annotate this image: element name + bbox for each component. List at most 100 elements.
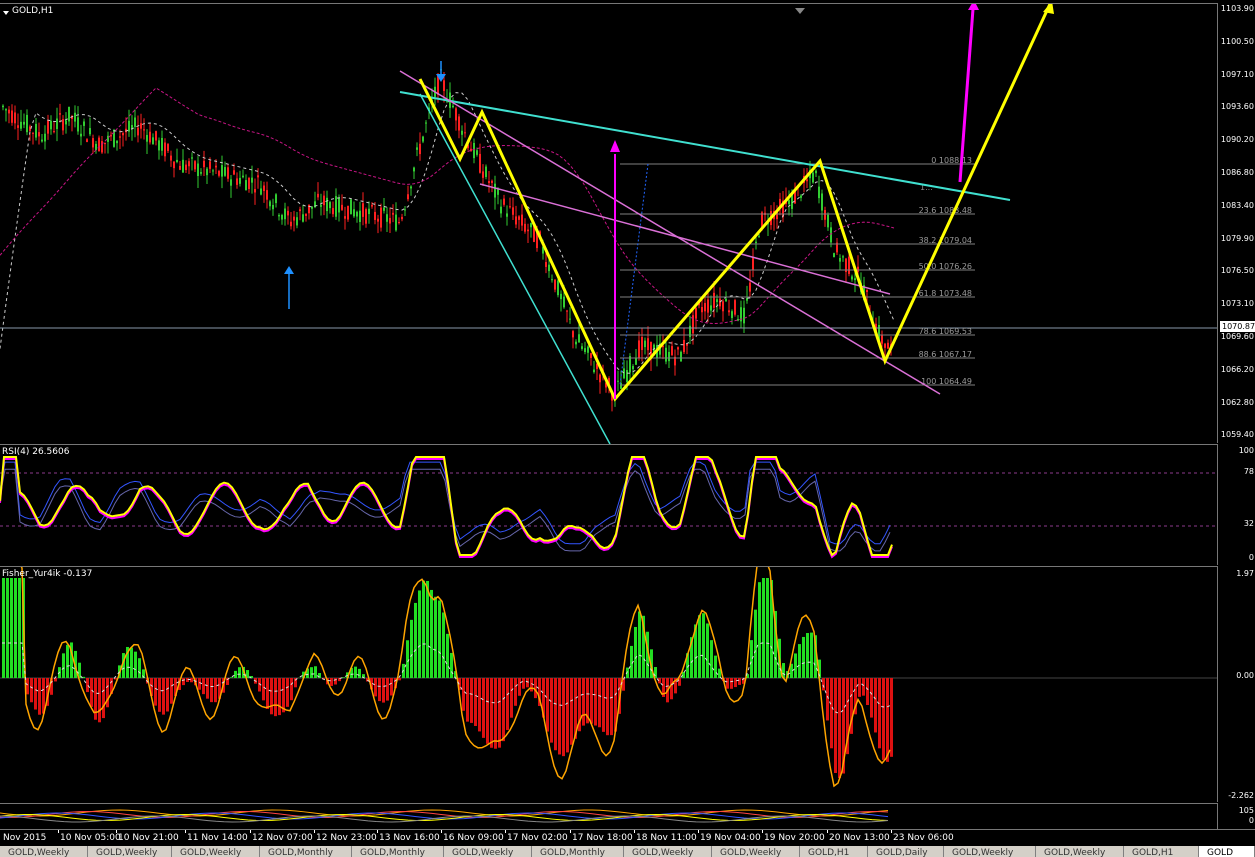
fisher-histogram-bar [166, 678, 169, 712]
fisher-histogram-bar [806, 633, 809, 678]
candle-body [86, 139, 88, 142]
mini-indicator-pane[interactable] [0, 803, 1217, 830]
fisher-histogram-bar [198, 678, 201, 690]
fisher-pane[interactable]: Fisher_Yur4ik -0.137 [0, 566, 1217, 803]
candle-body [719, 298, 721, 307]
time-axis-label: 17 Nov 18:00 [572, 833, 633, 843]
fib-level-label: 78.6 1069.53 [919, 327, 972, 336]
fisher-histogram-bar [62, 653, 65, 678]
candle-body [704, 303, 706, 312]
fisher-level-zero: 0.00 [1236, 671, 1254, 680]
fisher-histogram-bar [234, 670, 237, 678]
fisher-histogram-bar [290, 678, 293, 701]
candle-body [119, 136, 121, 138]
time-axis-tick [634, 830, 635, 833]
chart-tab[interactable]: GOLD,Monthly [260, 846, 352, 857]
chart-tab[interactable]: GOLD,Weekly [944, 846, 1036, 857]
candle-body [707, 299, 709, 313]
chart-tab[interactable]: GOLD,H1 [800, 846, 868, 857]
fisher-histogram-bar [478, 678, 481, 732]
candle-body [173, 161, 175, 169]
time-axis-tick [116, 830, 117, 833]
candle-body [677, 347, 679, 350]
candle-body [305, 213, 307, 216]
fisher-histogram-bar [282, 678, 285, 713]
fisher-histogram-bar [262, 678, 265, 701]
candle-body [50, 120, 52, 130]
fisher-histogram-bar [566, 678, 569, 753]
fisher-histogram-bar [210, 678, 213, 703]
fisher-histogram-bar [734, 678, 737, 688]
candle-body [557, 280, 559, 296]
candle-body [884, 343, 886, 348]
price-axis: 1103.90 1100.50 1097.10 1093.60 1090.20 1086.… [1217, 3, 1255, 443]
candle-body [569, 318, 571, 320]
chart-tab[interactable]: GOLD,Daily [868, 846, 944, 857]
fib-level-label: 0 1088.13 [931, 156, 972, 165]
fisher-histogram-bar [682, 671, 685, 678]
fisher-histogram-bar [610, 678, 613, 736]
candle-body [104, 142, 106, 145]
candle-body [476, 150, 478, 155]
candle-body [629, 356, 631, 373]
chart-tab[interactable]: GOLD,Weekly [624, 846, 712, 857]
candle-body [56, 118, 58, 130]
candle-body [848, 256, 850, 274]
time-axis-label: 12 Nov 23:00 [316, 833, 377, 843]
candle-body [320, 205, 322, 207]
candle-body [497, 189, 499, 195]
fisher-histogram-bar [602, 678, 605, 732]
chart-tab[interactable]: GOLD,Weekly [1036, 846, 1124, 857]
fisher-histogram-bar [702, 613, 705, 678]
candle-body [236, 178, 238, 185]
candle-body [386, 214, 388, 222]
chart-tab[interactable]: GOLD,H1 [1124, 846, 1199, 857]
fisher-histogram-bar [890, 678, 893, 757]
candle-body [2, 105, 4, 108]
price-chart-pane[interactable]: GOLD,H1 0 1088.13 23.6 1083.48 38.2 1079.0… [0, 3, 1217, 444]
candle-body [503, 198, 505, 205]
chart-tab[interactable]: GOLD,Weekly [172, 846, 260, 857]
candle-body [266, 190, 268, 200]
candle-body [494, 183, 496, 198]
time-axis: Nov 2015 10 Nov 05:00 10 Nov 21:00 11 Nov 1… [0, 829, 1255, 847]
candle-body [515, 216, 517, 225]
fisher-histogram-bar [462, 678, 465, 711]
chart-tab[interactable]: GOLD,Monthly [352, 846, 444, 857]
fisher-histogram-bar [834, 678, 837, 773]
fisher-histogram-bar [810, 632, 813, 678]
candle-body [242, 175, 244, 178]
candle-body [17, 125, 19, 128]
chart-tab[interactable]: GOLD [1199, 846, 1255, 857]
candle-body [20, 121, 22, 129]
candle-body [488, 181, 490, 184]
fisher-histogram-bar [342, 677, 345, 678]
current-price-tag: 1070.87 [1220, 321, 1255, 332]
fisher-canvas [0, 567, 1217, 788]
candle-body [32, 132, 34, 134]
fisher-histogram-bar [2, 578, 5, 678]
candlesticks [2, 66, 892, 412]
candle-body [680, 351, 682, 362]
candle-body [98, 137, 100, 152]
chart-tab[interactable]: GOLD,Weekly [444, 846, 532, 857]
chart-tab[interactable]: GOLD,Weekly [88, 846, 172, 857]
chart-tab[interactable]: GOLD,Monthly [532, 846, 624, 857]
candle-body [269, 201, 271, 207]
candle-body [161, 137, 163, 151]
fisher-histogram-bar [570, 678, 573, 745]
candle-body [5, 109, 7, 111]
fisher-histogram-bar [670, 678, 673, 700]
candle-body [491, 180, 493, 183]
chart-tab[interactable]: GOLD,Weekly [712, 846, 800, 857]
candle-body [8, 109, 10, 114]
rsi-pane[interactable]: RSI(4) 26.5606 [0, 444, 1217, 566]
candle-body [182, 159, 184, 173]
candle-body [29, 126, 31, 132]
chart-tab[interactable]: GOLD,Weekly [0, 846, 88, 857]
candle-body [233, 170, 235, 175]
time-axis-tick [891, 830, 892, 833]
fisher-histogram-bar [230, 677, 233, 678]
candle-body [317, 193, 319, 198]
candle-body [95, 143, 97, 151]
